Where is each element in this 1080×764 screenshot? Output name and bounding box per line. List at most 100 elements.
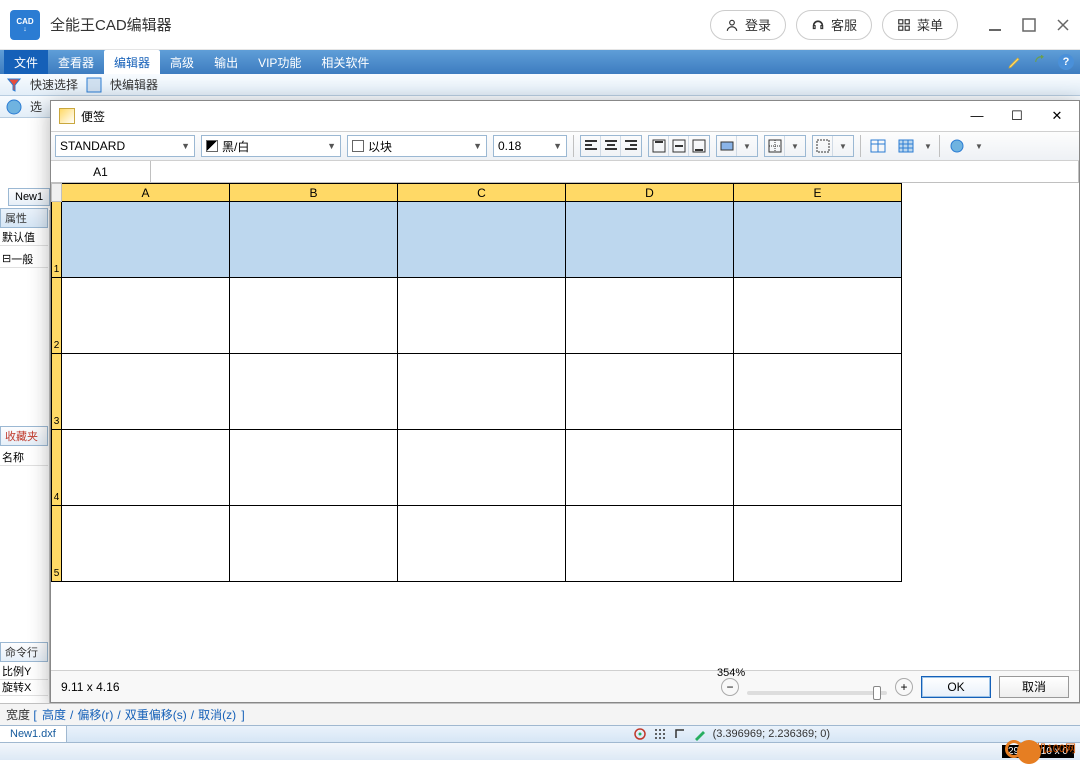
panel-properties[interactable]: 属性 bbox=[0, 208, 48, 228]
zoom-slider[interactable] bbox=[747, 691, 887, 695]
quick-select-label[interactable]: 快速选择 bbox=[30, 76, 78, 93]
cell-e4[interactable] bbox=[734, 430, 902, 506]
cmd-opt-cancel[interactable]: 取消(z) bbox=[198, 706, 236, 723]
tab-related[interactable]: 相关软件 bbox=[311, 50, 379, 74]
cell-a2[interactable] bbox=[62, 278, 230, 354]
help-icon[interactable]: ? bbox=[1058, 54, 1074, 70]
globe-icon[interactable] bbox=[6, 99, 22, 115]
cell-c2[interactable] bbox=[398, 278, 566, 354]
border-dropdown[interactable]: ▼ bbox=[785, 136, 805, 156]
cell-c4[interactable] bbox=[398, 430, 566, 506]
dialog-minimize-button[interactable]: — bbox=[963, 108, 991, 124]
valign-middle-button[interactable] bbox=[669, 136, 689, 156]
link-dropdown[interactable]: ▼ bbox=[974, 135, 984, 157]
support-button[interactable]: 客服 bbox=[796, 10, 872, 40]
cell-a1[interactable] bbox=[62, 202, 230, 278]
row-header-4[interactable]: 4 bbox=[52, 430, 62, 506]
cell-d4[interactable] bbox=[566, 430, 734, 506]
document-tab-new1[interactable]: New1 bbox=[8, 188, 50, 206]
merge-button[interactable] bbox=[717, 136, 737, 156]
menu-button[interactable]: 菜单 bbox=[882, 10, 958, 40]
pen-status-icon[interactable] bbox=[693, 727, 707, 741]
refresh-icon[interactable] bbox=[1032, 53, 1050, 71]
cell-c3[interactable] bbox=[398, 354, 566, 430]
border-button[interactable] bbox=[765, 136, 785, 156]
quick-edit-icon[interactable] bbox=[86, 77, 102, 93]
grid-snap-icon[interactable] bbox=[653, 727, 667, 741]
cell-e2[interactable] bbox=[734, 278, 902, 354]
cell-d3[interactable] bbox=[566, 354, 734, 430]
zoom-thumb[interactable] bbox=[873, 686, 881, 700]
link-button[interactable] bbox=[946, 135, 968, 157]
filter-icon[interactable] bbox=[6, 77, 22, 93]
cell-b1[interactable] bbox=[230, 202, 398, 278]
dialog-maximize-button[interactable]: ☐ bbox=[1003, 108, 1031, 124]
cell-b3[interactable] bbox=[230, 354, 398, 430]
panel-favorites[interactable]: 收藏夹 bbox=[0, 426, 48, 446]
cancel-button[interactable]: 取消 bbox=[999, 676, 1069, 698]
minimize-button[interactable] bbox=[988, 18, 1002, 32]
cell-e1[interactable] bbox=[734, 202, 902, 278]
login-button[interactable]: 登录 bbox=[710, 10, 786, 40]
select-all-corner[interactable] bbox=[52, 184, 62, 202]
cell-c5[interactable] bbox=[398, 506, 566, 582]
tab-file[interactable]: 文件 bbox=[4, 50, 48, 74]
cell-b2[interactable] bbox=[230, 278, 398, 354]
target-icon[interactable] bbox=[633, 727, 647, 741]
align-right-button[interactable] bbox=[621, 136, 641, 156]
align-left-button[interactable] bbox=[581, 136, 601, 156]
col-header-a[interactable]: A bbox=[62, 184, 230, 202]
cell-e3[interactable] bbox=[734, 354, 902, 430]
cell-d2[interactable] bbox=[566, 278, 734, 354]
ortho-icon[interactable] bbox=[673, 727, 687, 741]
dialog-titlebar[interactable]: 便签 — ☐ ✕ bbox=[51, 101, 1079, 131]
cell-c1[interactable] bbox=[398, 202, 566, 278]
table-dropdown[interactable]: ▼ bbox=[923, 135, 933, 157]
layer-combo[interactable]: 以块▼ bbox=[347, 135, 487, 157]
select-label[interactable]: 选 bbox=[30, 98, 42, 115]
zoom-out-button[interactable]: − bbox=[721, 678, 739, 696]
cmd-opt-double[interactable]: 双重偏移(s) bbox=[125, 706, 187, 723]
row-header-2[interactable]: 2 bbox=[52, 278, 62, 354]
cell-d1[interactable] bbox=[566, 202, 734, 278]
merge-dropdown[interactable]: ▼ bbox=[737, 136, 757, 156]
cell-b4[interactable] bbox=[230, 430, 398, 506]
align-center-button[interactable] bbox=[601, 136, 621, 156]
col-header-b[interactable]: B bbox=[230, 184, 398, 202]
cell-d5[interactable] bbox=[566, 506, 734, 582]
fill-dropdown[interactable]: ▼ bbox=[833, 136, 853, 156]
valign-top-button[interactable] bbox=[649, 136, 669, 156]
tab-viewer[interactable]: 查看器 bbox=[48, 50, 104, 74]
tab-editor[interactable]: 编辑器 bbox=[104, 50, 160, 74]
ok-button[interactable]: OK bbox=[921, 676, 991, 698]
row-header-5[interactable]: 5 bbox=[52, 506, 62, 582]
pen-icon[interactable] bbox=[1006, 53, 1024, 71]
tab-vip[interactable]: VIP功能 bbox=[248, 50, 311, 74]
zoom-in-button[interactable]: + bbox=[895, 678, 913, 696]
panel-cmdline[interactable]: 命令行 bbox=[0, 642, 48, 662]
quick-edit-label[interactable]: 快编辑器 bbox=[110, 76, 158, 93]
cmd-opt-height[interactable]: 高度 bbox=[42, 706, 66, 723]
document-tab[interactable]: New1.dxf bbox=[0, 726, 67, 742]
cell-a3[interactable] bbox=[62, 354, 230, 430]
formula-bar[interactable] bbox=[151, 161, 1079, 182]
row-header-3[interactable]: 3 bbox=[52, 354, 62, 430]
cell-b5[interactable] bbox=[230, 506, 398, 582]
close-button[interactable] bbox=[1056, 18, 1070, 32]
panel-default[interactable]: 默认值 bbox=[0, 228, 48, 246]
insert-table-alt-button[interactable] bbox=[895, 135, 917, 157]
tab-output[interactable]: 输出 bbox=[204, 50, 248, 74]
cell-a5[interactable] bbox=[62, 506, 230, 582]
dialog-close-button[interactable]: ✕ bbox=[1043, 108, 1071, 124]
cell-reference[interactable]: A1 bbox=[51, 161, 151, 182]
insert-table-button[interactable] bbox=[867, 135, 889, 157]
tab-advanced[interactable]: 高级 bbox=[160, 50, 204, 74]
fill-button[interactable] bbox=[813, 136, 833, 156]
col-header-d[interactable]: D bbox=[566, 184, 734, 202]
color-combo[interactable]: 黑/白▼ bbox=[201, 135, 341, 157]
command-line-bar[interactable]: 宽度 [ 高度/ 偏移(r)/ 双重偏移(s)/ 取消(z) ] bbox=[0, 703, 1080, 725]
text-style-combo[interactable]: STANDARD▼ bbox=[55, 135, 195, 157]
spreadsheet-area[interactable]: A B C D E 1 2 3 4 5 bbox=[51, 183, 1079, 670]
col-header-c[interactable]: C bbox=[398, 184, 566, 202]
cell-a4[interactable] bbox=[62, 430, 230, 506]
